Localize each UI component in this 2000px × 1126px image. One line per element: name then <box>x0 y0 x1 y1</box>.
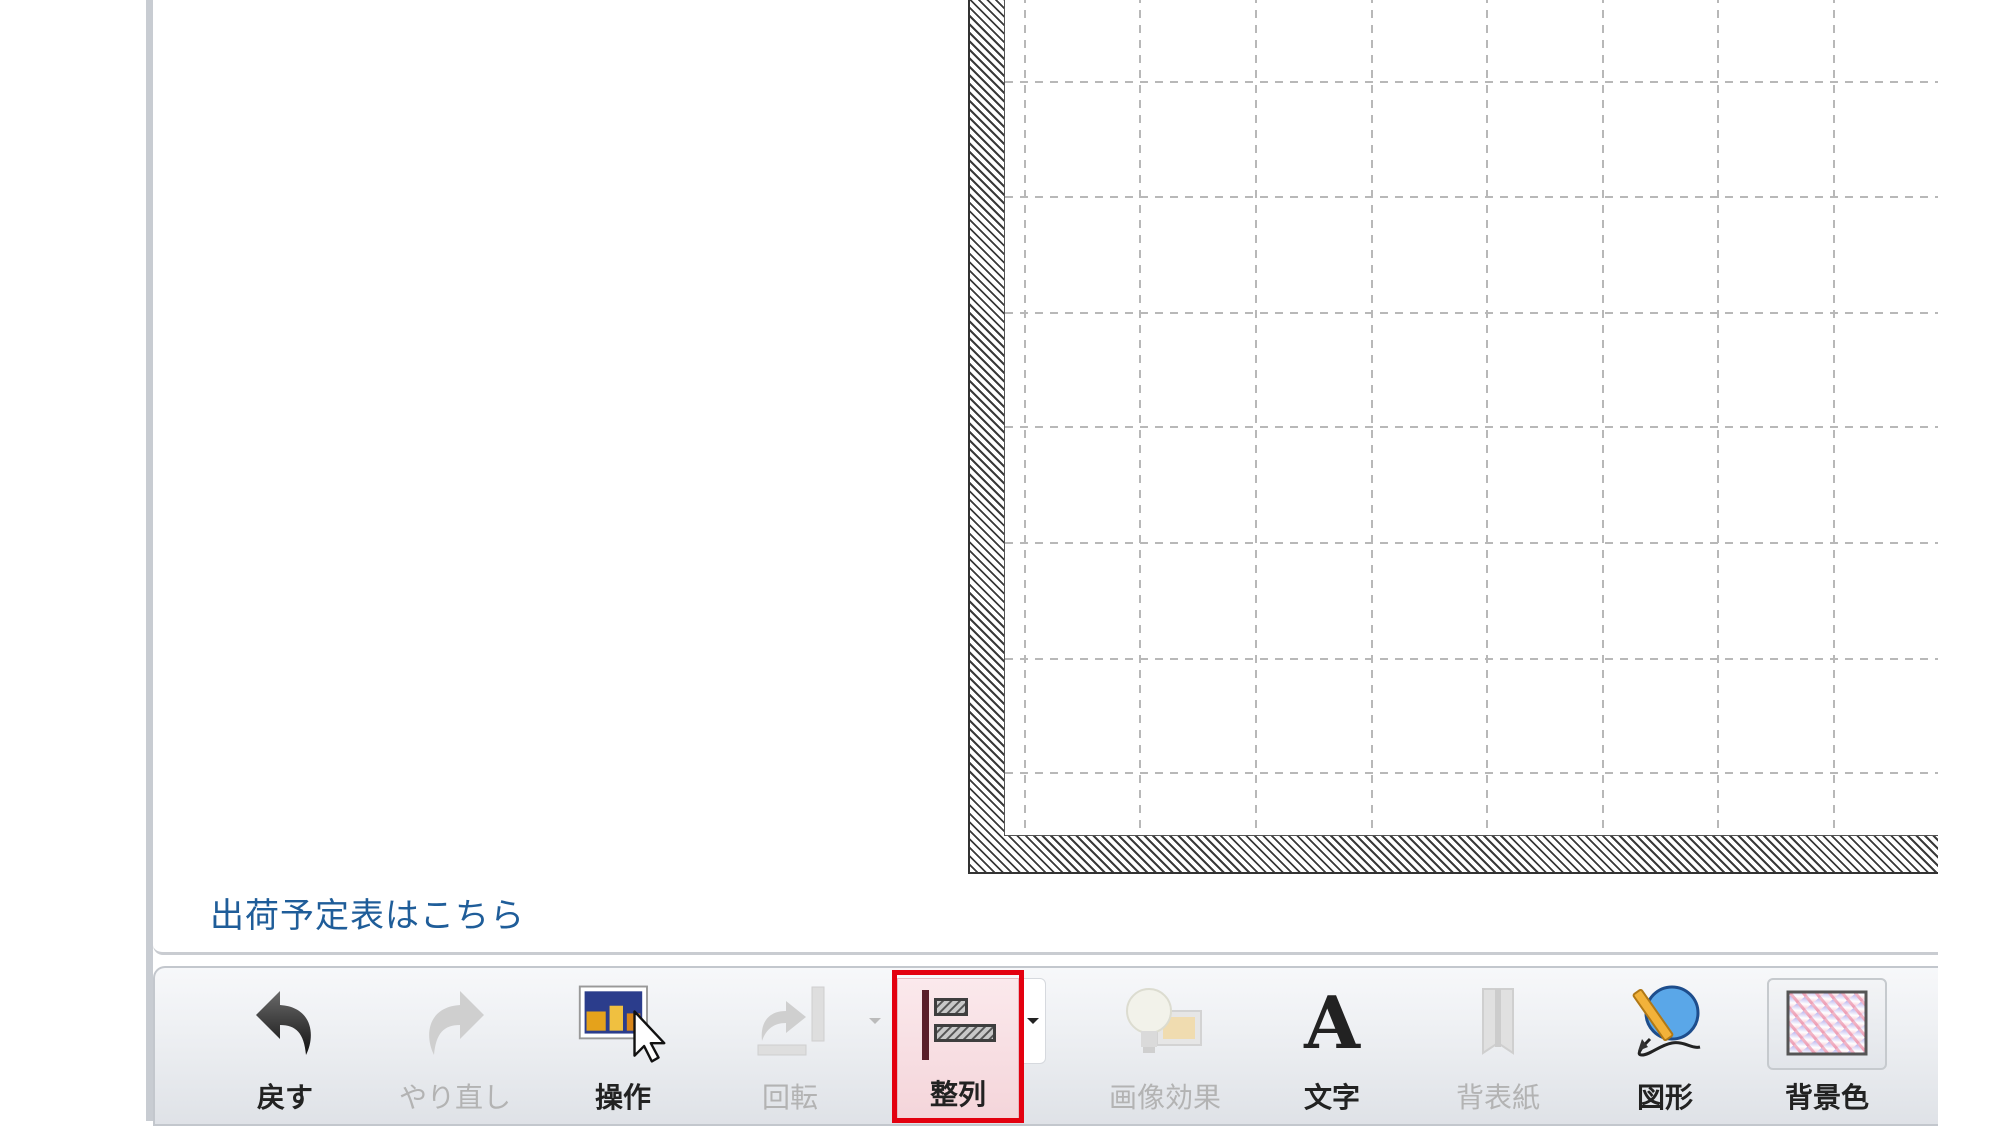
photo-cursor-icon <box>575 978 671 1068</box>
rotate-icon <box>742 978 838 1068</box>
rotate-label: 回転 <box>761 1081 818 1114</box>
right-margin <box>1938 0 2000 1121</box>
undo-arrow-icon <box>237 978 333 1068</box>
redo-label: やり直し <box>398 1081 511 1114</box>
book-spine-icon <box>1450 978 1546 1068</box>
background-color-button[interactable]: 背景色 <box>1757 978 1897 1118</box>
canvas-grid-lines <box>1005 0 1967 835</box>
image-effects-label: 画像効果 <box>1108 1081 1221 1114</box>
rotate-dropdown[interactable] <box>862 978 888 1064</box>
undo-label: 戻す <box>256 1081 313 1114</box>
text-button[interactable]: A 文字 <box>1262 978 1402 1118</box>
cover-button[interactable]: 背表紙 <box>1428 978 1568 1118</box>
chevron-down-icon <box>1027 1018 1039 1024</box>
redo-button[interactable]: やり直し <box>385 978 525 1118</box>
operate-label: 操作 <box>594 1081 651 1114</box>
shape-label: 図形 <box>1636 1081 1693 1114</box>
lightbulb-photo-icon <box>1117 978 1213 1068</box>
text-label: 文字 <box>1303 1081 1360 1114</box>
operate-button[interactable]: 操作 <box>553 978 693 1118</box>
chevron-down-icon <box>869 1018 881 1024</box>
shipping-schedule-link[interactable]: 出荷予定表はこちら <box>210 888 525 937</box>
gradient-swatch-icon <box>1779 978 1875 1068</box>
image-effects-button[interactable]: 画像効果 <box>1095 978 1235 1118</box>
undo-button[interactable]: 戻す <box>215 978 355 1118</box>
rotate-button[interactable]: 回転 <box>720 978 860 1118</box>
shape-button[interactable]: 図形 <box>1595 978 1735 1118</box>
redo-arrow-icon <box>407 978 503 1068</box>
letter-a-icon: A <box>1304 980 1360 1065</box>
design-canvas[interactable] <box>1004 0 1968 836</box>
background-color-label: 背景色 <box>1784 1081 1869 1114</box>
align-highlight-box <box>892 970 1024 1123</box>
left-panel-border <box>146 0 153 1121</box>
pencil-globe-icon <box>1617 978 1713 1068</box>
cover-label: 背表紙 <box>1455 1081 1540 1114</box>
